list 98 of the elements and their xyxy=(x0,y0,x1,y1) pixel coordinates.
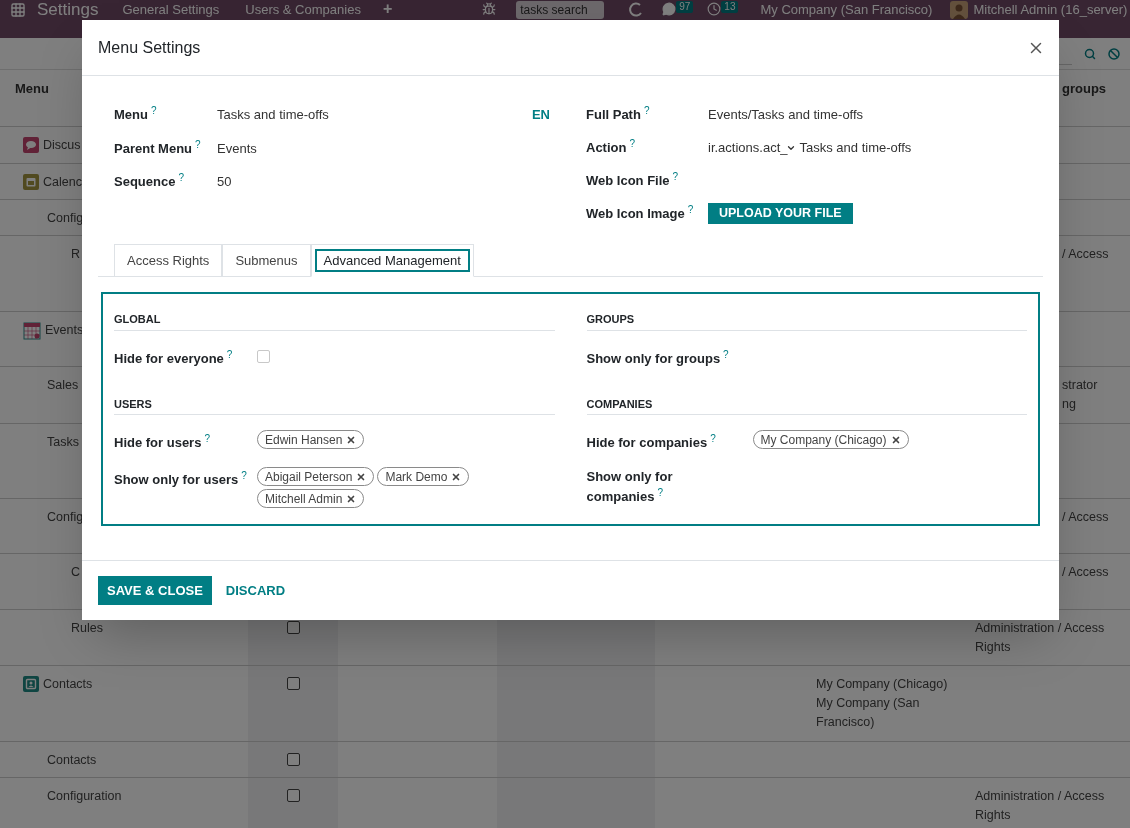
remove-icon[interactable] xyxy=(346,493,357,504)
activity-icon[interactable] xyxy=(628,2,645,18)
remove-icon[interactable] xyxy=(890,434,901,445)
checkbox[interactable] xyxy=(286,621,300,634)
field-value[interactable]: Events xyxy=(217,138,586,158)
upload-button[interactable]: UPLOAD YOUR FILE xyxy=(708,203,853,224)
count-badge: 13 xyxy=(721,1,739,13)
model-select[interactable]: ir.actions.act_ xyxy=(708,137,796,158)
remove-icon[interactable] xyxy=(451,471,462,482)
record-name[interactable]: Rules xyxy=(71,620,103,637)
company-name: My Company (Chicago) xyxy=(816,676,949,693)
field-label: Show only for groups $^{?}$ xyxy=(586,348,729,368)
record-name[interactable]: Events xyxy=(45,322,84,339)
field-label: Full Path $^{?}$ xyxy=(586,104,651,124)
group-name: / Access xyxy=(1062,509,1109,526)
field-label: Hide for everyone $^{?}$ xyxy=(114,350,233,366)
discard-button[interactable]: DISCARD xyxy=(225,576,286,605)
tab[interactable]: Access Rights xyxy=(114,244,223,277)
remove-icon[interactable] xyxy=(346,434,357,445)
navbar-menu[interactable]: General Settings xyxy=(122,2,220,18)
apps-menu-icon[interactable] xyxy=(10,2,26,18)
record-name[interactable]: Configuration xyxy=(47,788,122,805)
section-heading: GLOBAL xyxy=(114,311,555,331)
record-name[interactable]: Tasks xyxy=(47,434,79,451)
avatar[interactable] xyxy=(950,1,969,19)
help-tooltip-mark[interactable]: ? xyxy=(204,433,210,444)
company-name: My Company (San Francisco) xyxy=(816,695,921,731)
help-tooltip-mark[interactable]: ? xyxy=(710,433,716,444)
field-value[interactable]: Tasks and time-offs xyxy=(799,137,912,158)
bug-icon[interactable] xyxy=(482,2,497,16)
clock-icon[interactable] xyxy=(707,2,722,16)
contact-card-app-icon xyxy=(23,676,39,692)
calendar-app-icon xyxy=(23,174,39,190)
field-label: Parent Menu $^{?}$ xyxy=(114,138,202,158)
help-tooltip-mark[interactable]: ? xyxy=(178,172,184,183)
navbar-menu[interactable]: Users & Companies xyxy=(245,2,361,18)
section-heading: GROUPS xyxy=(586,311,1027,331)
tab[interactable]: Advanced Management xyxy=(310,244,474,277)
record-name[interactable]: C xyxy=(71,564,81,581)
user-menu[interactable]: Mitchell Admin (16_server) xyxy=(973,2,1128,18)
chat-app-icon xyxy=(23,137,39,153)
language-button[interactable]: EN xyxy=(531,105,586,125)
field-label: Show only for companies $^{?}$ xyxy=(586,468,674,506)
calendar-app-icon xyxy=(23,322,41,340)
group-name: Administration / Access Rights xyxy=(975,620,1106,656)
help-tooltip-mark[interactable]: ? xyxy=(226,348,233,360)
field-label: Action $^{?}$ xyxy=(586,137,636,157)
help-tooltip-mark[interactable]: ? xyxy=(687,203,694,215)
group-name: ng xyxy=(1062,396,1076,413)
search-icon[interactable] xyxy=(1084,47,1096,60)
field-label: Hide for companies $^{?}$ xyxy=(586,433,716,452)
group-name: / Access xyxy=(1062,246,1109,263)
clear-icon[interactable] xyxy=(1108,47,1120,60)
search-field[interactable]: tasks search xyxy=(516,1,605,19)
field-value[interactable]: Tasks and time-offs xyxy=(217,105,532,125)
record-name[interactable]: Discus xyxy=(43,137,81,154)
section-heading: COMPANIES xyxy=(586,395,1027,415)
help-tooltip-mark[interactable]: ? xyxy=(629,137,635,149)
field-value: Events/Tasks and time-offs xyxy=(708,106,864,122)
group-name: Administration / Access Rights xyxy=(975,788,1106,824)
field-label: Menu $^{?}$ xyxy=(114,105,158,124)
help-tooltip-mark[interactable]: ? xyxy=(150,105,157,116)
field-label: Sequence $^{?}$ xyxy=(114,172,185,191)
section-heading: USERS xyxy=(114,395,555,415)
checkbox[interactable] xyxy=(286,677,300,690)
record-name[interactable]: Sales xyxy=(47,377,79,394)
group-name: / Access xyxy=(1062,564,1109,581)
column-header[interactable]: groups xyxy=(1062,81,1107,96)
field-label: Show only for users $^{?}$ xyxy=(114,472,247,487)
remove-icon[interactable] xyxy=(356,471,367,482)
field-label: Web Icon Image $^{?}$ xyxy=(586,203,695,223)
help-tooltip-mark[interactable]: ? xyxy=(657,487,663,498)
company-switcher[interactable]: My Company (San Francisco) xyxy=(760,2,933,18)
record-name[interactable]: R xyxy=(71,246,81,263)
save-close-button[interactable]: SAVE & CLOSE xyxy=(98,576,212,605)
dialog-title: Menu Settings xyxy=(98,37,201,58)
record-name[interactable]: Calenc xyxy=(43,174,82,191)
help-tooltip-mark[interactable]: ? xyxy=(643,104,650,116)
new-item[interactable]: + xyxy=(382,0,393,18)
column-header[interactable]: Menu xyxy=(15,81,49,96)
record-name[interactable]: Config xyxy=(47,210,84,227)
app-name[interactable]: Settings xyxy=(37,0,99,19)
help-tooltip-mark[interactable]: ? xyxy=(195,138,201,150)
count-badge: 97 xyxy=(676,1,694,13)
checkbox[interactable] xyxy=(286,753,300,766)
field-value[interactable]: 50 xyxy=(217,172,586,192)
tab[interactable]: Submenus xyxy=(222,244,311,277)
record-name[interactable]: Config xyxy=(47,509,84,526)
help-tooltip-mark[interactable]: ? xyxy=(241,470,247,481)
record-name[interactable]: Contacts xyxy=(43,676,93,693)
record-name[interactable]: Contacts xyxy=(47,752,97,769)
help-tooltip-mark[interactable]: ? xyxy=(672,170,679,182)
field-label: Hide for users $^{?}$ xyxy=(114,435,210,450)
help-tooltip-mark[interactable]: ? xyxy=(723,348,729,360)
group-name: strator xyxy=(1062,377,1098,394)
chat-icon[interactable] xyxy=(662,2,677,16)
checkbox[interactable] xyxy=(286,789,300,802)
field-label: Web Icon File $^{?}$ xyxy=(586,170,680,190)
